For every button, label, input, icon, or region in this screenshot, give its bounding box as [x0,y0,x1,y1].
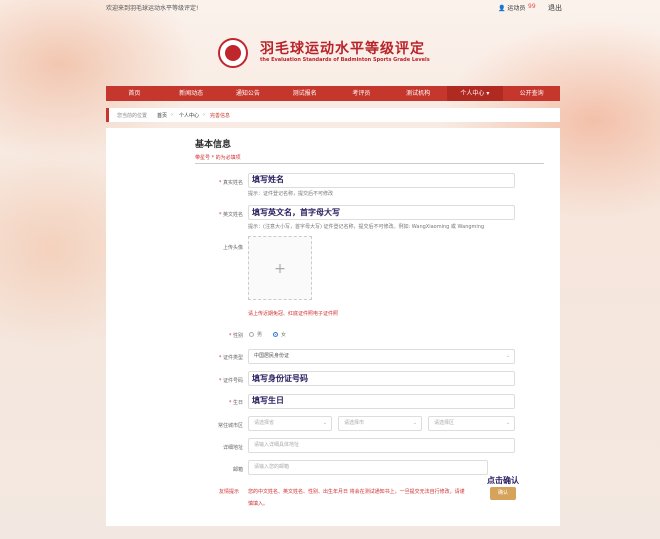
section-title: 基本信息 [195,140,232,150]
birthday-input[interactable] [248,394,515,409]
nav-item-home[interactable]: 首页 [106,86,163,101]
user-link[interactable]: 👤 运动员 [498,3,525,12]
id-type-label: * 证件类型 [218,355,243,361]
site-subtitle: the Evaluation Standards of Badminton Sp… [260,57,430,63]
address-input[interactable]: 请输入详细具体地址 [248,438,515,453]
district-select[interactable]: 请选择区 ⌄ [428,416,515,431]
gender-label: * 性别 [228,333,243,339]
chevron-down-icon: ⌄ [505,420,510,426]
name-annotation: 填写姓名 [252,175,284,184]
gender-female-label: 女 [281,332,287,338]
avatar-warning: 请上传近期免冠、红底证件照电子证件照 [248,311,339,317]
name-hint: 提示：证件登记名称，提交后不可修改 [248,191,334,197]
nav-item-institutions[interactable]: 测试机构 [390,86,447,101]
city-select[interactable]: 请选择市 ⌄ [338,416,422,431]
en-name-label: * 英文姓名 [218,212,243,218]
chevron-down-icon: ⌄ [505,353,510,359]
notice-label: 友情提示 [219,489,240,495]
gender-male-label: 男 [257,332,263,338]
name-label: * 真实姓名 [218,180,243,186]
chevron-down-icon: ▾ [486,90,490,97]
nav-item-evaluators[interactable]: 考评员 [333,86,390,101]
id-type-select[interactable]: 中国居民身份证 ⌄ [248,349,515,364]
city-label: 常住城市区 [217,423,243,429]
nav-item-public-query[interactable]: 公开查询 [503,86,560,101]
confirm-annotation: 点击确认 [487,476,519,485]
notice-text-continued: 慎填入。 [248,501,269,507]
id-number-annotation: 填写身份证号码 [252,374,308,383]
logout-link[interactable]: 退出 [548,3,562,13]
breadcrumb: 您当前的位置 首页 › 个人中心 › 完善信息 [106,108,560,122]
logo-emblem [218,38,248,68]
breadcrumb-current: 完善信息 [210,113,231,119]
email-input[interactable]: 请输入您的邮箱 [248,460,488,475]
top-bar: 欢迎来到羽毛球运动水平等级评定! 👤 运动员 99 退出 [0,0,660,14]
province-select[interactable]: 请选择省 ⌄ [248,416,332,431]
avatar-label: 上传头像 [222,245,243,251]
plus-icon: + [274,261,286,277]
message-badge[interactable]: 99 [528,3,536,10]
welcome-text: 欢迎来到羽毛球运动水平等级评定! [106,5,199,12]
nav-item-personal-center[interactable]: 个人中心 ▾ [446,86,504,101]
breadcrumb-home[interactable]: 首页 [157,112,167,119]
gender-female-radio[interactable] [273,332,278,337]
gender-male-radio[interactable] [249,332,254,337]
id-number-label: * 证件号码 [218,378,243,384]
chevron-down-icon: ⌄ [322,420,327,426]
main-nav: 首页 新闻动态 通知公告 测试报名 考评员 测试机构 个人中心 ▾ 公开查询 [106,86,560,101]
birthday-annotation: 填写生日 [252,396,284,405]
breadcrumb-prefix: 您当前的位置 [117,113,148,119]
birthday-label: * 生日 [228,400,243,406]
address-label: 详细地址 [222,445,243,451]
section-divider [195,163,544,164]
name-input[interactable] [248,173,515,188]
logo-inner [225,45,241,61]
notice-text: 您的中文姓名、英文姓名、性别、出生年月日 将会在测试通知书上，一旦提交无法自行修… [248,489,465,495]
nav-item-notices[interactable]: 通知公告 [220,86,277,101]
breadcrumb-separator: › [203,112,205,118]
email-label: 邮箱 [232,467,243,473]
chevron-down-icon: ⌄ [412,420,417,426]
nav-item-news[interactable]: 新闻动态 [163,86,220,101]
confirm-button[interactable]: 确认 [490,487,516,500]
nav-item-registration[interactable]: 测试报名 [276,86,333,101]
en-name-annotation: 填写英文名，首字母大写 [252,208,340,217]
site-title: 羽毛球运动水平等级评定 [260,41,425,57]
user-icon: 👤 [498,5,506,12]
breadcrumb-separator: › [171,112,173,118]
breadcrumb-personal-center[interactable]: 个人中心 [179,112,199,119]
avatar-upload[interactable]: + [248,236,312,300]
form-panel: 基本信息 带星号 * 的为必填项 * 真实姓名 填写姓名 提示：证件登记名称，提… [106,128,560,526]
required-note: 带星号 * 的为必填项 [195,155,241,161]
en-name-hint: 提示：(注意大小写，首字母大写) 证件登记名称，提交后不可修改。例如: Wang… [248,224,485,230]
